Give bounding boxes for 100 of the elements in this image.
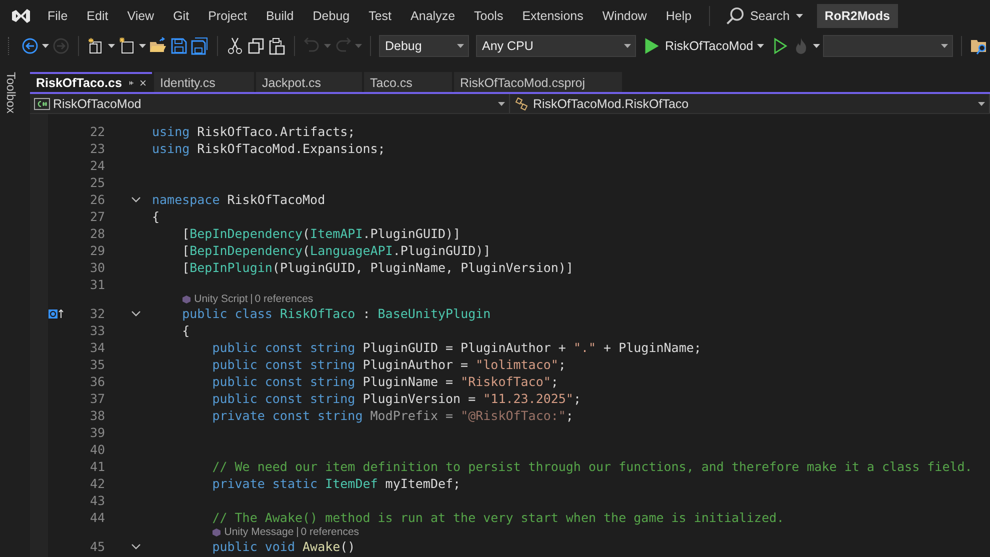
solution-name[interactable]: RoR2Mods — [816, 4, 898, 28]
menu-item[interactable]: Build — [256, 9, 304, 23]
caret-icon[interactable] — [42, 44, 49, 48]
code-line: public const string PluginAuthor = "lolimtaco"; — [212, 356, 566, 373]
caret-icon — [796, 14, 803, 18]
menu-item[interactable]: File — [38, 9, 78, 23]
menu-item[interactable]: Git — [164, 9, 199, 23]
dropdown[interactable]: Any CPU — [476, 35, 636, 57]
line-number: 42 — [88, 476, 105, 491]
code-line: [BepInPlugin(PluginGUID, PluginName, PluginVersion)] — [182, 259, 574, 276]
code-line: public const string PluginGUID = PluginAuthor + "." + PluginName; — [212, 339, 702, 356]
line-number: 26 — [88, 192, 105, 207]
caret-icon — [978, 102, 985, 106]
code-line: private static ItemDef myItemDef; — [212, 475, 461, 492]
code-lens-label[interactable]: Unity Script — [194, 293, 248, 305]
code-line: private const string ModPrefix = "@RiskOfTaco:"; — [212, 407, 574, 424]
code-line: namespace RiskOfTacoMod — [152, 191, 326, 208]
app-logo-icon[interactable] — [10, 6, 32, 26]
cube-icon — [182, 294, 192, 304]
code-line: public const string PluginVersion = "11.23.2025"; — [212, 390, 581, 407]
menu-item[interactable]: Project — [198, 9, 256, 23]
references-link[interactable]: 0 references — [254, 293, 314, 305]
menu-item[interactable]: Debug — [303, 9, 360, 23]
code-line: [BepInDependency(ItemAPI.PluginGUID)] — [182, 225, 461, 242]
code-line: using RiskOfTaco.Artifacts; — [152, 123, 356, 140]
line-number: 44 — [88, 510, 105, 525]
code-line: using RiskOfTacoMod.Expansions; — [152, 140, 386, 157]
scissors-icon[interactable] — [226, 37, 244, 55]
dropdown[interactable]: Debug — [379, 35, 469, 57]
new-file-icon[interactable] — [118, 37, 136, 55]
csharp-icon — [34, 98, 50, 110]
line-number: 35 — [88, 357, 105, 372]
caret-icon[interactable] — [108, 44, 115, 48]
line-number: 29 — [88, 243, 105, 258]
back-icon[interactable] — [21, 37, 39, 55]
line-number: 23 — [88, 141, 105, 156]
code-line: { — [152, 208, 160, 225]
line-number: 45 — [88, 539, 105, 554]
type-dropdown[interactable]: RiskOfTacoMod.RiskOfTaco — [510, 94, 990, 113]
line-number: 25 — [88, 175, 105, 190]
paste-icon[interactable] — [268, 37, 286, 55]
caret-icon — [498, 102, 505, 106]
line-number: 43 — [88, 493, 105, 508]
caret-icon — [624, 44, 631, 48]
cube-icon — [212, 528, 222, 536]
class-icon — [514, 96, 530, 110]
code-lens-label[interactable]: Unity Message — [224, 526, 294, 538]
line-number: 32 — [88, 306, 105, 321]
menu-item[interactable]: Edit — [77, 9, 118, 23]
start-button[interactable]: RiskOfTacoMod — [639, 37, 768, 55]
code-line: // The Awake() method is run at the very start when the game is initialized. — [212, 509, 784, 526]
line-number: 24 — [88, 158, 105, 173]
code-line: [BepInDependency(LanguageAPI.PluginGUID)] — [182, 242, 491, 259]
collapse-chevron-icon[interactable] — [131, 310, 141, 318]
menu-item[interactable]: Help — [656, 9, 702, 23]
line-number: 33 — [88, 323, 105, 338]
search-button[interactable]: Search — [718, 7, 811, 25]
menu-item[interactable]: Tools — [464, 9, 513, 23]
project-dropdown[interactable]: RiskOfTacoMod — [30, 94, 510, 113]
caret-icon — [457, 44, 464, 48]
caret-icon — [941, 44, 948, 48]
save-icon[interactable] — [170, 37, 188, 55]
collapse-chevron-icon[interactable] — [131, 542, 141, 550]
line-number: 39 — [88, 425, 105, 440]
toolbox-tab[interactable]: Toolbox — [4, 72, 18, 117]
code-line: { — [182, 322, 190, 339]
caret-icon — [757, 44, 764, 48]
menu-item[interactable]: Extensions — [512, 9, 593, 23]
copy-icon[interactable] — [247, 37, 265, 55]
menu-item[interactable]: Window — [592, 9, 656, 23]
file-tab[interactable]: RiskOfTacoMod.csproj — [454, 72, 622, 92]
file-tab[interactable]: Jackpot.cs — [256, 72, 362, 92]
implementation-marker-icon[interactable] — [48, 308, 64, 318]
line-number: 38 — [88, 408, 105, 423]
search-icon — [726, 7, 744, 25]
code-line: public const string PluginName = "RiskofTaco"; — [212, 373, 558, 390]
code-line: public class RiskOfTaco : BaseUnityPlugin — [182, 305, 491, 322]
pin-icon[interactable] — [128, 78, 134, 88]
caret-icon[interactable] — [813, 44, 820, 48]
line-number: 31 — [88, 277, 105, 292]
line-number: 40 — [88, 442, 105, 457]
references-link[interactable]: 0 references — [300, 526, 360, 538]
folder-search-icon[interactable] — [970, 37, 988, 55]
save-all-icon[interactable] — [191, 37, 209, 55]
line-number: 36 — [88, 374, 105, 389]
caret-icon[interactable] — [139, 44, 146, 48]
collapse-chevron-icon[interactable] — [131, 196, 141, 204]
close-icon[interactable] — [140, 78, 146, 88]
line-number: 27 — [88, 209, 105, 224]
file-tab[interactable]: Identity.cs — [154, 72, 254, 92]
open-folder-icon[interactable] — [149, 37, 167, 55]
line-number: 30 — [88, 260, 105, 275]
line-number: 22 — [88, 124, 105, 139]
line-number: 28 — [88, 226, 105, 241]
line-number: 37 — [88, 391, 105, 406]
play-icon — [643, 37, 661, 55]
menu-item[interactable]: Analyze — [401, 9, 465, 23]
file-tab[interactable]: Taco.cs — [364, 72, 452, 92]
menu-item[interactable]: View — [118, 9, 164, 23]
menu-item[interactable]: Test — [359, 9, 402, 23]
